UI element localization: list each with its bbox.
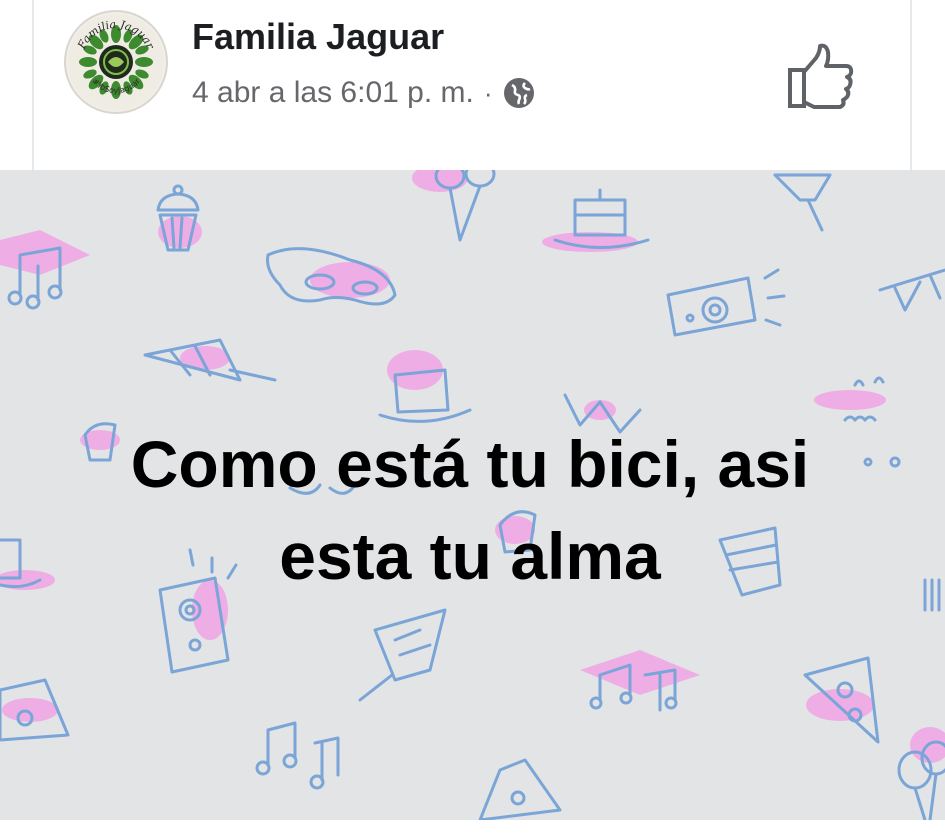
page-name[interactable]: Familia Jaguar [192, 16, 444, 58]
page-avatar[interactable]: Familia Jaguar #YoSoyJaguar [64, 10, 168, 114]
post-timestamp[interactable]: 4 abr a las 6:01 p. m. [192, 76, 474, 110]
meta-separator: · [483, 77, 493, 108]
like-button[interactable] [786, 42, 858, 112]
avatar-logo-icon: Familia Jaguar #YoSoyJaguar [68, 14, 164, 110]
post-header: Familia Jaguar #YoSoyJaguar Familia Jagu… [32, 0, 912, 170]
post-footer-divider [0, 820, 945, 836]
post-meta: 4 abr a las 6:01 p. m. · [192, 76, 535, 110]
status-line-1: Como está tu bici, asi [130, 427, 810, 501]
thumbs-up-icon [788, 43, 854, 109]
globe-icon [503, 77, 535, 109]
status-text: Como está tu bici, asi esta tu alma [40, 418, 900, 602]
status-background: Como está tu bici, asi esta tu alma [0, 170, 945, 820]
status-line-2: esta tu alma [279, 519, 661, 593]
